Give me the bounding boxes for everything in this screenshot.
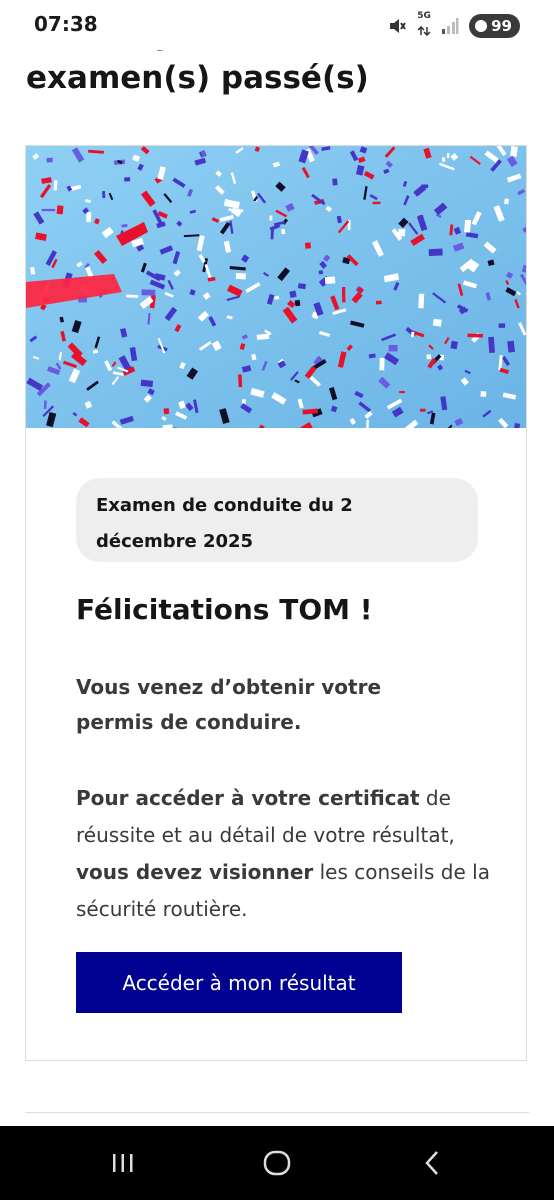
status-icons: 5G 99 (387, 12, 520, 40)
instructions-bold-1: Pour accéder à votre certificat (76, 786, 420, 810)
battery-indicator: 99 (469, 14, 520, 38)
exam-date-tag: Examen de conduite du 2 décembre 2025 (76, 478, 478, 562)
battery-level: 99 (491, 17, 512, 35)
recent-apps-icon[interactable] (108, 1148, 138, 1178)
mute-icon (390, 19, 406, 33)
certificate-instructions: Pour accéder à votre certificat de réuss… (76, 780, 496, 928)
network-arrows-icon: 5G (417, 12, 431, 40)
status-bar: 07:38 5G 99 (0, 0, 554, 50)
navigation-bar (0, 1126, 554, 1200)
status-time: 07:38 (34, 12, 98, 36)
network-type: 5G (417, 11, 431, 21)
license-obtained-text: Vous venez d’obtenir votre permis de con… (76, 675, 382, 734)
congratulations-title: Félicitations TOM ! (76, 593, 373, 626)
signal-icon (442, 18, 459, 34)
battery-leaf-icon (475, 20, 488, 32)
confetti-image (26, 146, 526, 428)
home-icon[interactable] (262, 1148, 292, 1178)
section-divider (25, 1112, 529, 1113)
back-icon[interactable] (418, 1148, 448, 1178)
instructions-bold-3: vous devez visionner (76, 860, 314, 884)
exam-result-card: Examen de conduite du 2 décembre 2025 Fé… (25, 145, 527, 1061)
access-result-button[interactable]: Accéder à mon résultat (76, 952, 402, 1013)
